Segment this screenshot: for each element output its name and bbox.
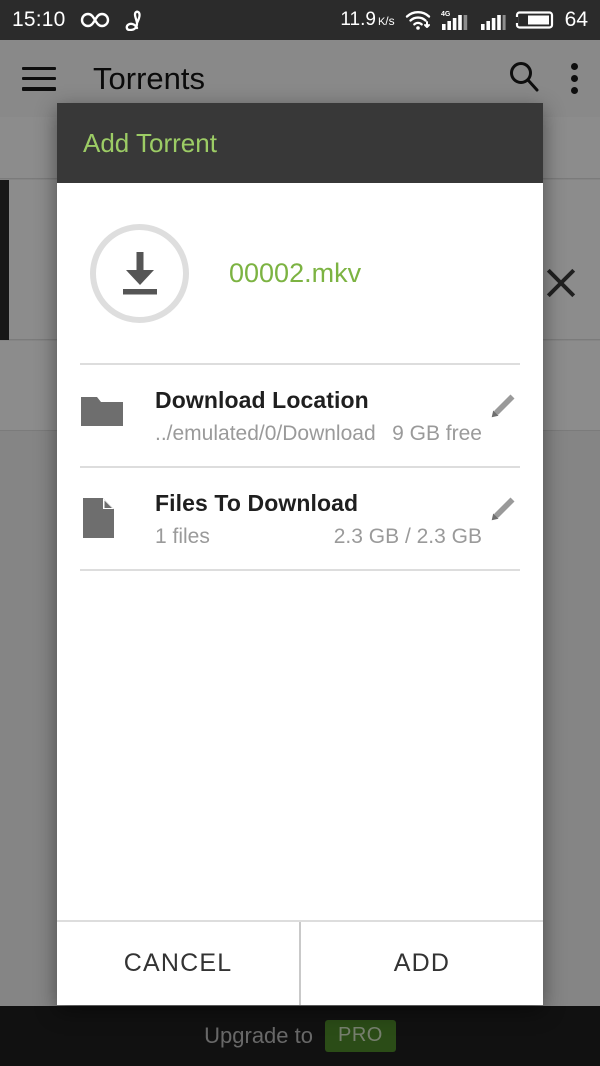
add-torrent-dialog: Add Torrent 00002.mkv Download Location … (57, 103, 543, 1005)
files-to-download-title: Files To Download (155, 490, 359, 516)
files-count: 1 files (155, 525, 210, 548)
data-rate-value: 11.9 (340, 9, 376, 30)
infinity-icon (80, 10, 110, 30)
divider (80, 569, 520, 571)
cancel-button[interactable]: CANCEL (57, 922, 299, 1005)
status-bar-left: 15:10 (12, 8, 150, 32)
files-to-download-subtitle: 1 files 2.3 GB / 2.3 GB (155, 525, 486, 549)
data-rate-unit: K (378, 17, 385, 28)
torrent-name-row: 00002.mkv (80, 183, 520, 363)
download-location-title: Download Location (155, 387, 369, 413)
battery-icon (514, 9, 555, 31)
add-button[interactable]: ADD (301, 922, 543, 1005)
battery-level-label: 64 (564, 8, 588, 31)
files-to-download-text: Files To Download 1 files 2.3 GB / 2.3 G… (155, 490, 486, 549)
dialog-header: Add Torrent (57, 103, 543, 183)
status-clock: 15:10 (12, 8, 66, 31)
download-location-path: ../emulated/0/Download (155, 422, 376, 445)
signal-4g-icon: 4G (441, 8, 471, 32)
file-document-icon (80, 490, 128, 545)
data-rate-unit-numerator: K (377, 16, 386, 28)
download-location-subtitle: ../emulated/0/Download 9 GB free (155, 422, 486, 446)
download-location-text: Download Location ../emulated/0/Download… (155, 387, 486, 446)
download-location-free-space: 9 GB free (392, 422, 482, 445)
torrent-file-name: 00002.mkv (229, 257, 362, 288)
dialog-title: Add Torrent (83, 127, 217, 158)
svg-text:4G: 4G (441, 11, 451, 18)
dialog-actions: CANCEL ADD (57, 920, 543, 1005)
files-to-download-row[interactable]: Files To Download 1 files 2.3 GB / 2.3 G… (80, 468, 520, 569)
wifi-download-icon (404, 9, 432, 31)
signal-icon (480, 8, 506, 32)
data-rate-indicator: 11.9 K / s (340, 9, 394, 31)
pencil-edit-icon[interactable] (486, 387, 520, 428)
folder-icon (80, 387, 128, 434)
data-rate-unit-denominator: s (388, 14, 395, 28)
download-circle-icon (90, 223, 189, 323)
data-saver-icon (124, 9, 150, 31)
files-size: 2.3 GB / 2.3 GB (333, 525, 482, 548)
status-bar-right: 11.9 K / s 4G 64 (340, 8, 588, 32)
pencil-edit-icon[interactable] (486, 490, 520, 531)
dialog-body: 00002.mkv Download Location ../emulated/… (57, 183, 543, 920)
status-bar: 15:10 11.9 K / s 4G 64 (0, 0, 600, 40)
download-location-row[interactable]: Download Location ../emulated/0/Download… (80, 365, 520, 466)
